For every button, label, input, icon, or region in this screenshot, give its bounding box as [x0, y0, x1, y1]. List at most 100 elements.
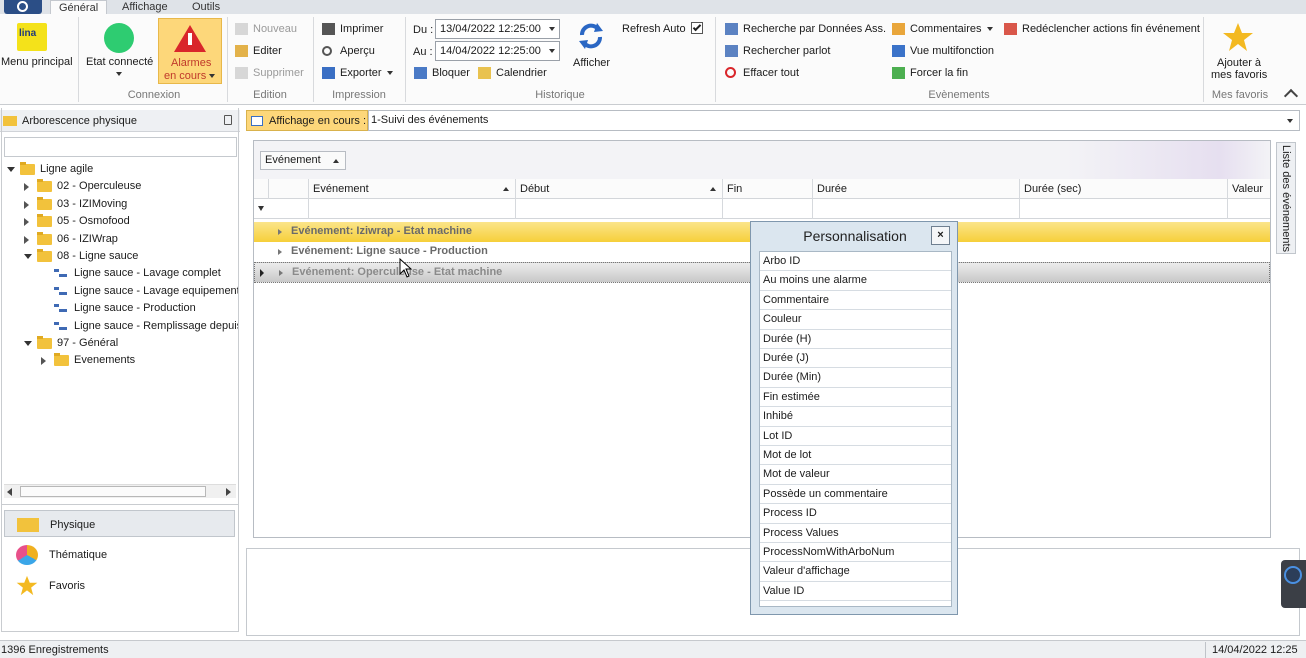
filter-cell[interactable] [723, 199, 813, 219]
commentaires-button[interactable]: Commentaires [892, 20, 993, 38]
menu-principal-button[interactable]: lina Menu principal [0, 20, 73, 80]
personnalisation-item[interactable]: Durée (H) [760, 330, 951, 349]
apercu-button[interactable]: Aperçu [322, 42, 375, 60]
personnalisation-item[interactable]: Inhibé [760, 407, 951, 427]
column-fin[interactable]: Fin [723, 179, 813, 199]
refresh-auto-checkbox[interactable] [691, 22, 703, 34]
exporter-label: Exporter [340, 67, 382, 79]
tree-node[interactable]: 08 - Ligne sauce [4, 248, 238, 265]
alarmes-en-cours-button[interactable]: Alarmes en cours [158, 18, 222, 84]
bloquer-button[interactable]: Bloquer [414, 64, 470, 82]
filter-cell[interactable] [1020, 199, 1228, 219]
expanded-arrow-icon[interactable] [24, 341, 32, 346]
filter-cell[interactable] [813, 199, 1020, 219]
collapsed-arrow-icon[interactable] [24, 200, 29, 209]
supprimer-button[interactable]: Supprimer [235, 64, 304, 82]
lock-icon [414, 67, 427, 79]
forcer-fin-button[interactable]: Forcer la fin [892, 64, 968, 82]
tree-node[interactable]: 02 - Operculeuse [4, 178, 238, 195]
tree-node[interactable]: Evenements [4, 352, 238, 369]
du-datetime-field[interactable]: 13/04/2022 12:25:00 [435, 19, 560, 39]
etat-connecte-button[interactable]: Etat connecté [84, 20, 154, 82]
tree-node[interactable]: Ligne agile [4, 161, 238, 178]
tree-node[interactable]: Ligne sauce - Production [4, 300, 238, 317]
tree-node[interactable]: 05 - Osmofood [4, 213, 238, 230]
nav-thematique[interactable]: Thématique [4, 541, 235, 568]
tree-node[interactable]: 06 - IZIWrap [4, 231, 238, 248]
personnalisation-item[interactable]: Arbo ID [760, 252, 951, 272]
tree-filter-input[interactable] [4, 137, 237, 157]
personnalisation-item[interactable]: Couleur [760, 310, 951, 330]
nouveau-button[interactable]: Nouveau [235, 20, 297, 38]
tab-general[interactable]: Général [50, 0, 108, 15]
scroll-right-icon[interactable] [226, 488, 231, 496]
vue-multifonction-button[interactable]: Vue multifonction [892, 42, 994, 60]
recherche-donnees-button[interactable]: Recherche par Données Ass. [725, 20, 886, 38]
expanded-arrow-icon[interactable] [7, 167, 15, 172]
personnalisation-item[interactable]: Mot de valeur [760, 465, 951, 485]
pin-icon[interactable] [224, 115, 232, 125]
affichage-select[interactable]: 1-Suivi des événements [368, 110, 1300, 131]
personnalisation-item[interactable]: Process Values [760, 524, 951, 543]
funnel-icon[interactable] [258, 206, 264, 211]
scroll-left-icon[interactable] [7, 488, 12, 496]
column-valeur[interactable]: Valeur [1228, 179, 1270, 199]
effacer-tout-label: Effacer tout [743, 67, 800, 79]
tree-node[interactable]: Ligne sauce - Remplissage depuis [4, 318, 238, 335]
nav-physique[interactable]: Physique [4, 510, 235, 537]
personnalisation-item[interactable]: Value ID [760, 582, 951, 602]
group-row-label: Evénement: Operculeuse - Etat machine [292, 266, 503, 278]
detail-panel-handle[interactable] [1281, 560, 1306, 608]
folder-icon [37, 249, 52, 262]
personnalisation-item[interactable]: Mot de lot [760, 446, 951, 466]
imprimer-button[interactable]: Imprimer [322, 20, 383, 38]
editer-button[interactable]: Editer [235, 42, 282, 60]
column-debut[interactable]: Début [516, 179, 723, 199]
personnalisation-item[interactable]: Lot ID [760, 427, 951, 446]
column-duree-sec[interactable]: Durée (sec) [1020, 179, 1228, 199]
chevron-down-icon [549, 27, 555, 31]
au-datetime-field[interactable]: 14/04/2022 12:25:00 [435, 41, 560, 61]
tree-horizontal-scrollbar[interactable] [4, 484, 236, 498]
tree-node[interactable]: Ligne sauce - Lavage complet [4, 265, 238, 282]
effacer-tout-button[interactable]: Effacer tout [725, 64, 799, 82]
equipment-node-icon [54, 321, 67, 331]
nav-favoris[interactable]: Favoris [4, 572, 235, 599]
side-tab-liste-evenements[interactable]: Liste des événements [1276, 142, 1296, 254]
collapsed-arrow-icon[interactable] [24, 183, 29, 192]
afficher-button[interactable]: Afficher [568, 20, 614, 72]
personnalisation-item[interactable]: ProcessNomWithArboNum [760, 543, 951, 563]
group-by-chip[interactable]: Evénement [260, 151, 346, 170]
ajouter-favoris-button[interactable]: Ajouter à mes favoris [1206, 20, 1270, 84]
expanded-arrow-icon[interactable] [24, 254, 32, 259]
personnalisation-item[interactable]: Durée (Min) [760, 368, 951, 388]
exporter-button[interactable]: Exporter [322, 64, 393, 82]
filter-cell[interactable] [269, 199, 309, 219]
filter-cell[interactable] [516, 199, 723, 219]
personnalisation-item[interactable]: Valeur d'affichage [760, 562, 951, 582]
collapsed-arrow-icon[interactable] [24, 235, 29, 244]
calendrier-button[interactable]: Calendrier [478, 64, 547, 82]
tab-affichage[interactable]: Affichage [114, 0, 176, 14]
tree-node[interactable]: Ligne sauce - Lavage equipement [4, 283, 238, 300]
personnalisation-item[interactable]: Possède un commentaire [760, 485, 951, 505]
personnalisation-item[interactable]: Process ID [760, 504, 951, 524]
tree-node[interactable]: 03 - IZIMoving [4, 196, 238, 213]
scrollbar-thumb[interactable] [20, 486, 206, 497]
personnalisation-item[interactable]: Durée (J) [760, 349, 951, 369]
home-tab-button[interactable] [4, 0, 42, 14]
folder-icon [37, 179, 52, 193]
collapsed-arrow-icon[interactable] [41, 357, 46, 366]
column-duree[interactable]: Durée [813, 179, 1020, 199]
personnalisation-item[interactable]: Fin estimée [760, 388, 951, 408]
collapsed-arrow-icon[interactable] [24, 218, 29, 227]
popup-close-button[interactable]: × [931, 226, 950, 245]
personnalisation-item[interactable]: Commentaire [760, 291, 951, 311]
filter-cell[interactable] [309, 199, 516, 219]
tree-node[interactable]: 97 - Général [4, 335, 238, 352]
tab-outils[interactable]: Outils [184, 0, 228, 14]
column-evenement[interactable]: Evénement [309, 179, 516, 199]
personnalisation-item[interactable]: Au moins une alarme [760, 271, 951, 291]
redeclencher-button[interactable]: Redéclencher actions fin événement [1004, 20, 1200, 38]
rechercher-parlot-button[interactable]: Rechercher parlot [725, 42, 830, 60]
